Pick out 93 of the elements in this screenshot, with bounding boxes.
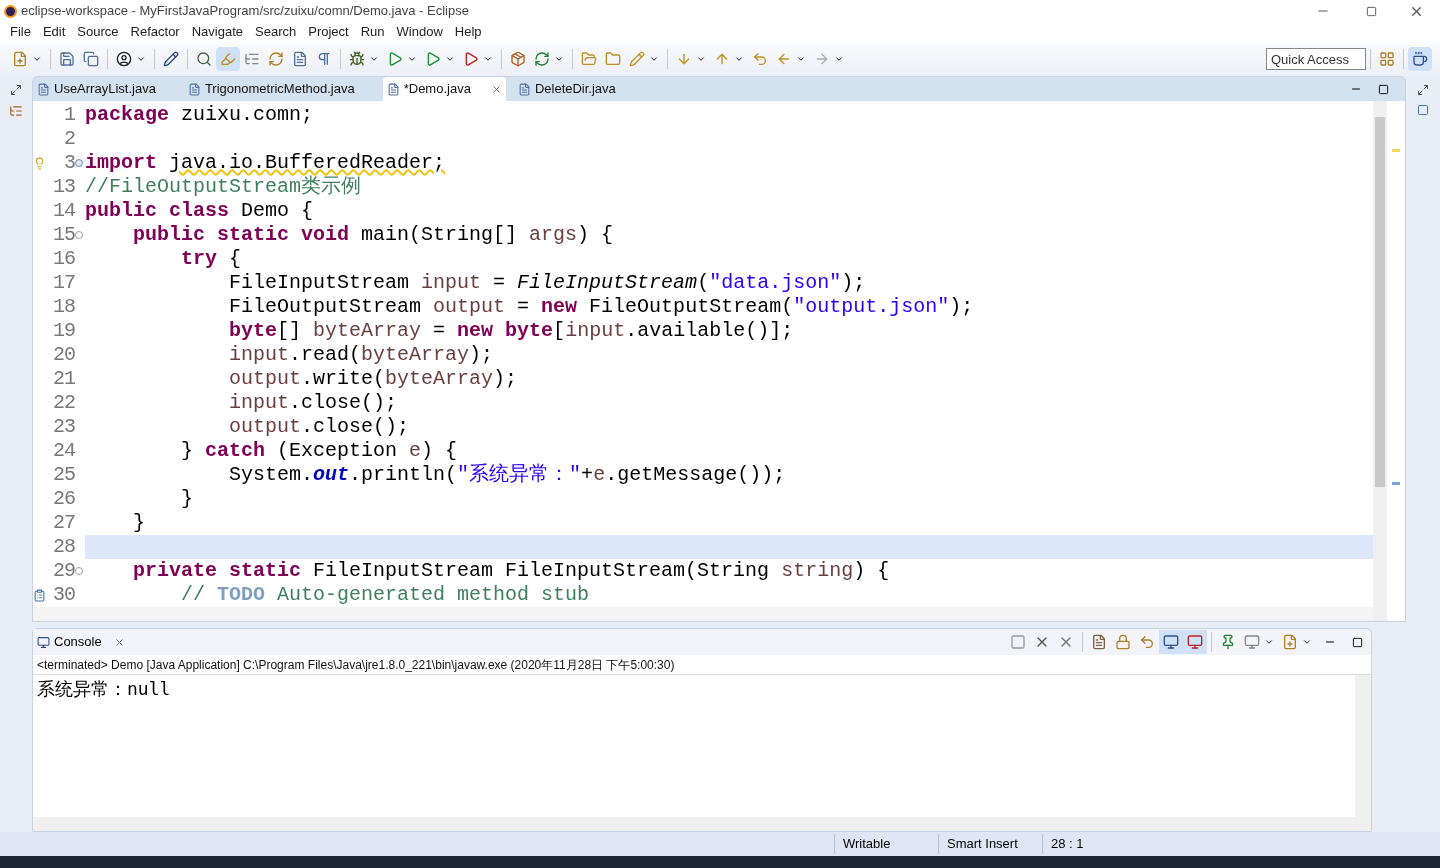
- maximize-icon[interactable]: [1352, 636, 1363, 648]
- app-icon: [4, 4, 17, 18]
- status-field: Writable: [834, 834, 938, 854]
- horizontal-scrollbar[interactable]: [33, 817, 1371, 831]
- menu-item[interactable]: Search: [249, 22, 303, 42]
- caret-icon[interactable]: [1302, 637, 1312, 647]
- line-number: 21: [52, 367, 75, 391]
- console-description: <terminated> Demo [Java Application] C:\Program Files\Java\jre1.8.0_221\bin\javaw.exe (2020年11月28日 下午5:00:30): [33, 655, 1371, 675]
- code-line: } catch (Exception e) {: [180, 439, 459, 463]
- code-line: public class Demo {: [85, 199, 315, 223]
- code-line: output.close();: [228, 415, 411, 439]
- caret-icon[interactable]: [696, 54, 706, 64]
- menu-item[interactable]: Project: [302, 22, 355, 42]
- code-line: output.write(byteArray);: [228, 367, 519, 391]
- line-number: 17: [52, 271, 75, 295]
- caret-icon[interactable]: [734, 54, 744, 64]
- line-number: 3: [63, 151, 75, 175]
- menu-item[interactable]: Window: [390, 22, 449, 42]
- caret-icon[interactable]: [1264, 637, 1274, 647]
- restore-icon[interactable]: [1417, 84, 1429, 96]
- close-icon[interactable]: [113, 636, 125, 648]
- caret-icon[interactable]: [796, 54, 806, 64]
- line-number: 2: [63, 127, 75, 151]
- caret-icon[interactable]: [369, 54, 379, 64]
- line-number: 23: [52, 415, 75, 439]
- console-output: 系统异常：null: [36, 677, 172, 701]
- code-line: import java.io.BufferedReader;: [85, 151, 447, 175]
- code-line: //FileOutputStream类示例: [85, 175, 363, 199]
- horizontal-scrollbar[interactable]: [33, 607, 1373, 621]
- caret-icon[interactable]: [483, 54, 493, 64]
- clipboard-icon: [33, 588, 46, 602]
- quick-access-field[interactable]: Quick Access: [1266, 48, 1366, 70]
- menu-item[interactable]: Navigate: [185, 22, 249, 42]
- caret-icon[interactable]: [649, 54, 659, 64]
- caret-icon[interactable]: [407, 54, 417, 64]
- view-icon[interactable]: [1417, 104, 1429, 116]
- code-line: }: [132, 511, 146, 535]
- caret-icon[interactable]: [834, 54, 844, 64]
- menu-item[interactable]: Help: [448, 22, 488, 42]
- menu-item[interactable]: File: [4, 22, 37, 42]
- status-field: Smart Insert: [938, 834, 1042, 854]
- lightbulb-icon: [33, 156, 46, 170]
- line-number: 16: [52, 247, 75, 271]
- maximize-icon[interactable]: [1378, 83, 1389, 95]
- code-line: FileOutputStream output = new FileOutputStream("output.json");: [228, 295, 975, 319]
- line-number: 18: [52, 295, 75, 319]
- line-number: 24: [52, 439, 75, 463]
- line-number: 13: [52, 175, 75, 199]
- code-line: private static FileInputStream FileInputStream(String string) {: [132, 559, 891, 583]
- menu-item[interactable]: Source: [71, 22, 125, 42]
- menu-item[interactable]: Run: [354, 22, 391, 42]
- line-number: 22: [52, 391, 75, 415]
- line-number: 27: [52, 511, 75, 535]
- line-number: 20: [52, 343, 75, 367]
- editor-tab[interactable]: TrigonometricMethod.java: [183, 77, 375, 101]
- line-number: 25: [52, 463, 75, 487]
- menu-item[interactable]: Edit: [36, 22, 72, 42]
- code-line: }: [180, 487, 195, 511]
- restore-icon[interactable]: [10, 84, 22, 96]
- code-line: System.out.println("系统异常："+e.getMessage());: [228, 463, 787, 487]
- status-field: 28 : 1: [1042, 834, 1146, 854]
- code-line: input.close();: [228, 391, 399, 415]
- restore-icon[interactable]: [1366, 5, 1377, 17]
- vertical-scrollbar[interactable]: [1355, 675, 1371, 817]
- code-line: FileInputStream input = FileInputStream("data.json");: [228, 271, 867, 295]
- line-number: 14: [52, 199, 75, 223]
- vertical-scrollbar[interactable]: [1373, 101, 1387, 621]
- caret-icon[interactable]: [32, 54, 42, 64]
- line-number: 28: [52, 535, 75, 559]
- editor-tab[interactable]: UseArrayList.java: [33, 77, 176, 101]
- line-number: 1: [63, 103, 75, 127]
- line-number: 15: [52, 223, 75, 247]
- window-title: eclipse-workspace - MyFirstJavaProgram/src/zuixu/comn/Demo.java - Eclipse: [21, 2, 469, 21]
- code-line: try {: [180, 247, 243, 271]
- expand-icon[interactable]: [75, 159, 83, 167]
- console-icon: [37, 635, 50, 649]
- line-number: 26: [52, 487, 75, 511]
- caret-icon[interactable]: [554, 54, 564, 64]
- close-icon[interactable]: [490, 83, 502, 95]
- code-line: package zuixu.comn;: [85, 103, 315, 127]
- line-number: 30: [52, 583, 75, 607]
- editor-tab[interactable]: DeleteDir.java: [513, 77, 636, 101]
- editor-tab[interactable]: *Demo.java: [382, 77, 506, 101]
- code-line: public static void main(String[] args) {: [132, 223, 615, 247]
- line-number: 29: [52, 559, 75, 583]
- outline-icon[interactable]: [9, 104, 23, 118]
- code-line: // TODO Auto-generated method stub: [180, 583, 591, 607]
- line-number: 19: [52, 319, 75, 343]
- code-line: byte[] byteArray = new byte[input.available()];: [228, 319, 795, 343]
- menu-item[interactable]: Refactor: [124, 22, 186, 42]
- code-line: input.read(byteArray);: [228, 343, 495, 367]
- caret-icon[interactable]: [445, 54, 455, 64]
- caret-icon[interactable]: [136, 54, 146, 64]
